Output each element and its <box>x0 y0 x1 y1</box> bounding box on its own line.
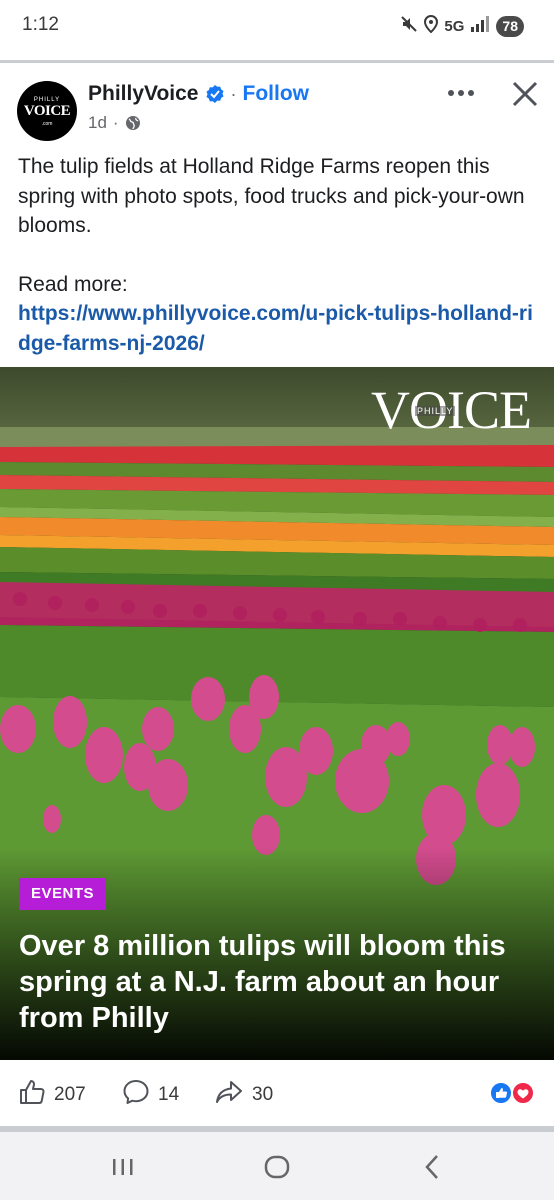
post-text: The tulip fields at Holland Ridge Farms … <box>18 152 543 241</box>
like-icon <box>18 1078 46 1112</box>
reaction-summary[interactable] <box>488 1081 538 1105</box>
location-icon <box>424 14 439 38</box>
verified-badge-icon <box>205 84 225 104</box>
post-caption: The tulip fields at Holland Ridge Farms … <box>18 155 525 237</box>
avatar[interactable]: PHILLY VOICE .com <box>17 81 77 141</box>
mute-icon <box>400 15 418 38</box>
watermark-philly-text: PHILLY <box>415 406 456 416</box>
engagement-bar: 207 14 30 <box>0 1060 554 1126</box>
meta-separator: · <box>112 113 119 132</box>
globe-icon <box>125 115 141 131</box>
comment-count: 14 <box>158 1084 180 1105</box>
more-options-icon[interactable] <box>446 81 480 105</box>
battery-indicator: 78 <box>496 15 524 37</box>
recent-apps-icon[interactable] <box>108 1152 138 1182</box>
comment-button[interactable]: 14 <box>122 1078 179 1112</box>
share-count: 30 <box>252 1084 274 1105</box>
article-card[interactable]: VOICE PHILLY EVENTS Over 8 million tulip… <box>0 367 554 1060</box>
avatar-com-text: .com <box>41 121 53 127</box>
system-nav-bar <box>0 1132 554 1200</box>
follow-button[interactable]: Follow <box>243 82 310 106</box>
name-separator: · <box>230 83 237 104</box>
read-more-label: Read more: <box>18 273 128 296</box>
close-icon[interactable] <box>510 79 540 109</box>
article-headline[interactable]: Over 8 million tulips will bloom this sp… <box>19 928 544 1036</box>
like-button[interactable]: 207 <box>18 1078 86 1112</box>
comment-icon <box>122 1078 150 1112</box>
status-bar: 1:12 5G 78 <box>0 0 554 58</box>
home-icon[interactable] <box>262 1152 292 1182</box>
page-name[interactable]: PhillyVoice <box>88 82 199 106</box>
share-icon <box>214 1078 244 1112</box>
share-button[interactable]: 30 <box>214 1078 273 1112</box>
signal-icon <box>470 15 490 37</box>
post-header: PHILLY VOICE .com PhillyVoice · Follow 1… <box>0 63 554 143</box>
article-link[interactable]: https://www.phillyvoice.com/u-pick-tulip… <box>18 299 543 358</box>
page-name-row: PhillyVoice · Follow <box>88 82 309 106</box>
network-label: 5G <box>444 17 465 35</box>
status-time: 1:12 <box>22 14 59 35</box>
like-count: 207 <box>54 1084 86 1105</box>
category-badge: EVENTS <box>19 878 106 910</box>
status-icons: 5G 78 <box>400 13 524 39</box>
back-icon[interactable] <box>418 1152 448 1182</box>
post-meta: 1d · <box>88 113 141 133</box>
voice-watermark-logo: VOICE PHILLY <box>371 383 535 437</box>
avatar-voice-text: VOICE <box>23 103 71 119</box>
post-time[interactable]: 1d <box>88 113 107 133</box>
